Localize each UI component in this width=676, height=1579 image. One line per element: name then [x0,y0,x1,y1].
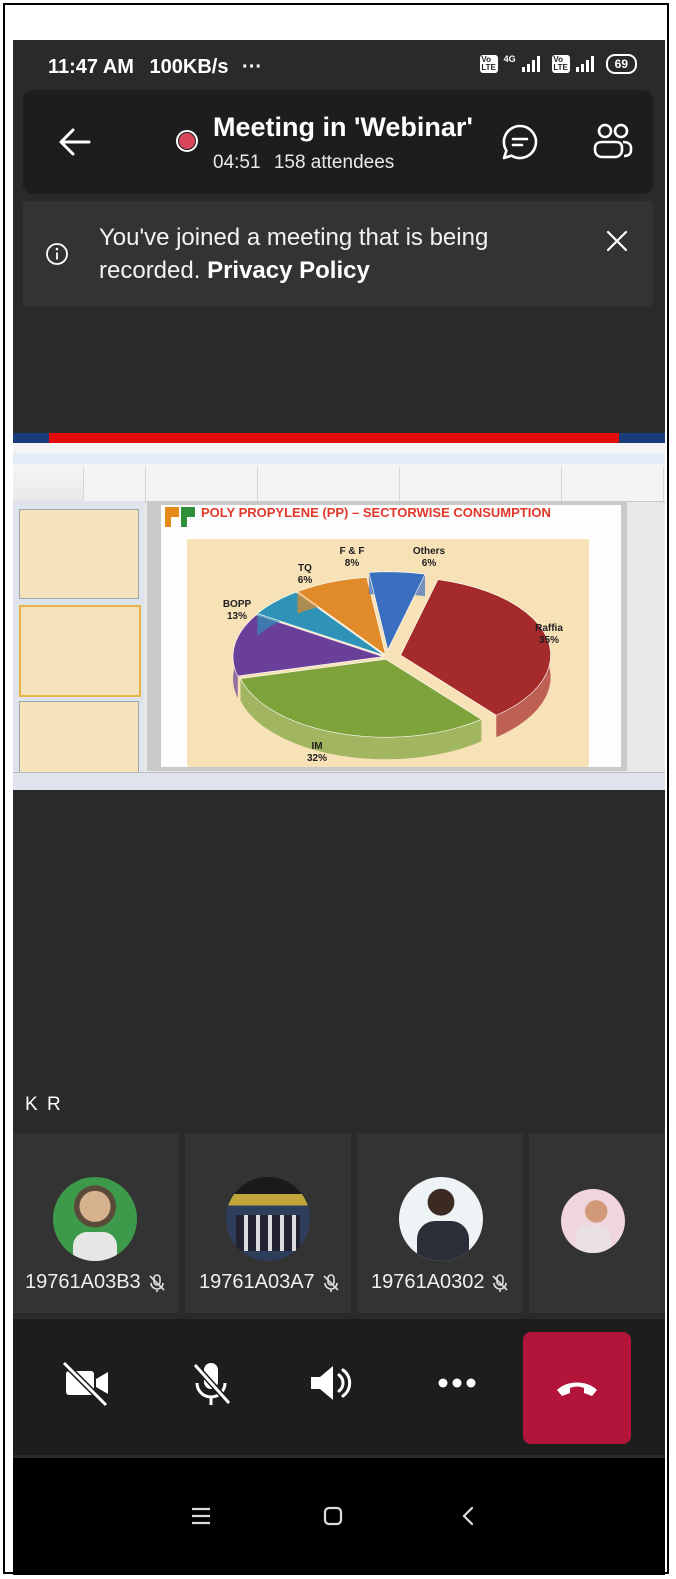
pie-label: Others [413,546,446,557]
pie-label: BOPP [223,599,252,610]
screenshot-frame: 11:47 AM 100KB/s ··· Vo LTE 4G Vo LTE 69 M… [3,3,669,1575]
participant-tile[interactable] [529,1133,665,1313]
pie-label: 6% [422,558,437,569]
participant-tile[interactable]: 19761A03B3 [13,1133,179,1313]
participant-id: 19761A03B3 [25,1271,141,1293]
meeting-header: Meeting in 'Webinar' 04:51 158 attendees [23,90,653,194]
teams-meeting-screen: 11:47 AM 100KB/s ··· Vo LTE 4G Vo LTE 69 M… [13,40,665,1575]
slide-thumbnail [19,605,141,697]
status-left: 11:47 AM 100KB/s ··· [48,56,262,79]
call-controls [13,1319,665,1455]
mic-off-icon[interactable] [183,1355,239,1411]
meeting-duration: 04:51 [213,152,261,173]
mic-off-icon [492,1273,509,1292]
participant-name: 19761A03B3 [25,1271,167,1294]
slide: POLY PROPYLENE (PP) – SECTORWISE CONSUMP… [161,505,621,767]
ribbon-group-font [147,467,258,503]
pie-label: 6% [298,575,313,586]
status-bar: 11:47 AM 100KB/s ··· Vo LTE 4G Vo LTE 69 [13,40,665,90]
ribbon-group-clipboard [13,467,84,503]
avatar [561,1189,625,1253]
slide-heading: POLY PROPYLENE (PP) – SECTORWISE CONSUMP… [201,505,551,520]
pie-label: F & F [340,546,365,557]
menu-icon[interactable] [183,1498,219,1534]
ppt-title-highlight [49,433,619,443]
slide-canvas: POLY PROPYLENE (PP) – SECTORWISE CONSUMP… [147,501,627,771]
participant-tile[interactable]: 19761A0302 [357,1133,523,1313]
video-off-icon[interactable] [58,1355,114,1411]
more-notifications: ··· [242,56,263,78]
pie-chart: Raffia35%IM32%BOPP13%TQ6%F & F8%Others6% [223,546,563,764]
net-speed: 100KB/s [149,56,229,78]
pie-label: 13% [227,611,247,622]
participant-tile[interactable]: 19761A03A7 [185,1133,351,1313]
participant-name: 19761A03A7 [199,1271,341,1294]
pie-label: 35% [539,635,559,646]
avatar [226,1177,310,1261]
banner-message: You've joined a meeting that is being re… [99,221,559,287]
leave-call-button[interactable] [523,1332,631,1444]
network-type: 4G [503,54,516,64]
recording-indicator-icon [176,130,198,152]
ribbon-group-paragraph [259,467,400,503]
recording-banner: You've joined a meeting that is being re… [23,201,653,307]
slide-thumbnail [19,509,139,599]
meeting-subtitle: 04:51 158 attendees [213,152,394,174]
ppt-statusbar [13,772,665,790]
pie-label: 8% [345,558,360,569]
mic-off-icon [323,1273,339,1292]
chat-icon[interactable] [500,122,540,162]
pie-label: TQ [298,563,312,574]
privacy-policy-link[interactable]: Privacy Policy [207,257,370,284]
presenter-label: K R [25,1094,63,1115]
cipet-logo [165,507,195,527]
avatar [53,1177,137,1261]
participants-icon[interactable] [591,120,635,164]
pie-label: IM [311,741,322,752]
volte-icon: Vo LTE [479,55,498,73]
info-icon [46,243,68,265]
home-icon[interactable] [315,1498,351,1534]
ppt-ribbon [13,443,665,503]
slide-thumbnails [13,501,145,790]
hangup-icon [557,1382,597,1396]
signal-icon [521,56,540,72]
avatar [399,1177,483,1261]
shared-screen: POLY PROPYLENE (PP) – SECTORWISE CONSUMP… [13,433,665,790]
signal-icon-2 [575,56,594,72]
ribbon-group-slides [85,467,146,503]
participant-name: 19761A0302 [371,1271,510,1294]
participant-strip: 19761A03B3 19761A03A7 19761A0302 [13,1133,665,1313]
pie-label: Raffia [535,623,563,634]
pie-label: 32% [307,753,327,764]
ribbon-group-drawing [401,467,562,503]
battery-indicator: 69 [605,54,637,74]
system-navbar [13,1458,665,1575]
participant-id: 19761A0302 [371,1271,485,1293]
attendee-count: 158 attendees [273,152,395,173]
meeting-title: Meeting in 'Webinar' [213,112,473,142]
volte-icon-2: Vo LTE [551,55,570,73]
back-arrow-icon[interactable] [57,124,93,160]
more-icon[interactable] [429,1355,485,1411]
speaker-icon[interactable] [303,1355,359,1411]
ribbon-group-editing [563,467,664,503]
mic-off-icon [149,1273,165,1292]
back-icon[interactable] [451,1498,487,1534]
ppt-tabs [13,453,665,464]
participant-id: 19761A03A7 [199,1271,315,1293]
clock: 11:47 AM [48,56,134,78]
close-icon[interactable] [605,229,629,253]
status-right: Vo LTE 4G Vo LTE 69 [479,54,637,74]
